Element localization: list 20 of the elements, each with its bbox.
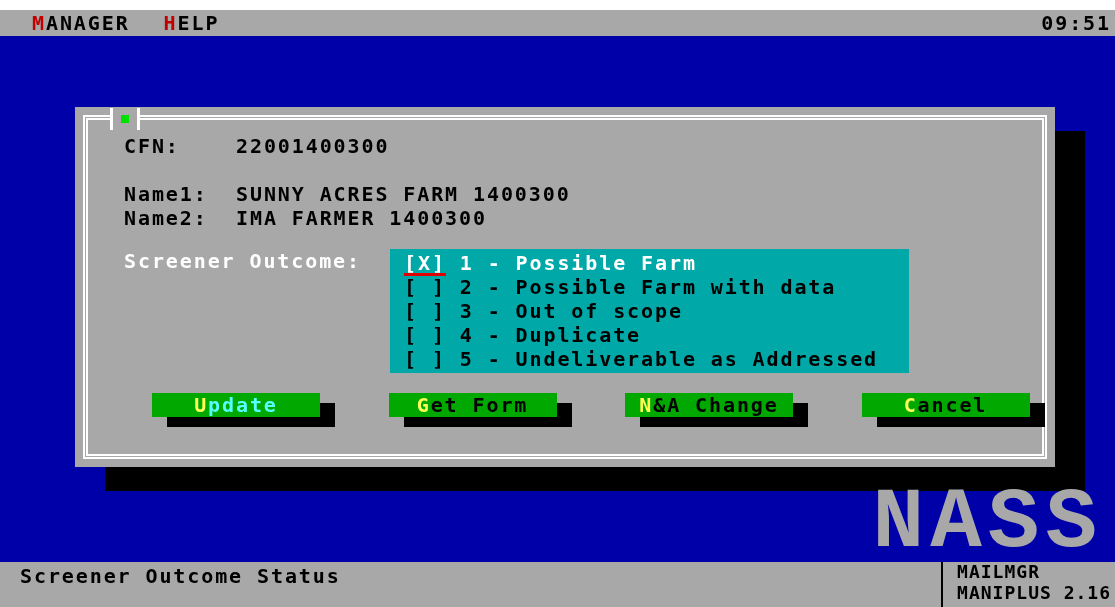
outcome-label: Screener Outcome:: [124, 249, 362, 275]
close-box-icon[interactable]: [110, 108, 140, 130]
outcome-option[interactable]: [ ] 3 - Out of scope: [404, 299, 909, 323]
dialog-button[interactable]: N&A Change: [625, 393, 793, 417]
dialog-button[interactable]: Cancel: [861, 393, 1030, 417]
outcome-option[interactable]: [ ] 5 - Undeliverable as Addressed: [404, 347, 909, 371]
outcome-option[interactable]: [ ] 2 - Possible Farm with data: [404, 275, 909, 299]
menu-item[interactable]: HELP: [163, 11, 220, 35]
field-value: IMA FARMER 1400300: [236, 206, 487, 230]
field-value: 22001400300: [236, 134, 390, 158]
field-value: SUNNY ACRES FARM 1400300: [236, 182, 571, 206]
status-message: Screener Outcome Status: [19, 563, 342, 590]
clock: 09:51: [1041, 11, 1111, 35]
outcome-option[interactable]: [ ] 4 - Duplicate: [404, 323, 909, 347]
field-label: Name1:: [124, 182, 209, 206]
field-label: CFN:: [124, 134, 181, 158]
field-label: Name2:: [124, 206, 209, 230]
version-label: MANIPLUS 2.16: [957, 582, 1111, 604]
menu-item[interactable]: MANAGER: [32, 11, 130, 35]
dialog-button[interactable]: Get Form: [388, 393, 557, 417]
